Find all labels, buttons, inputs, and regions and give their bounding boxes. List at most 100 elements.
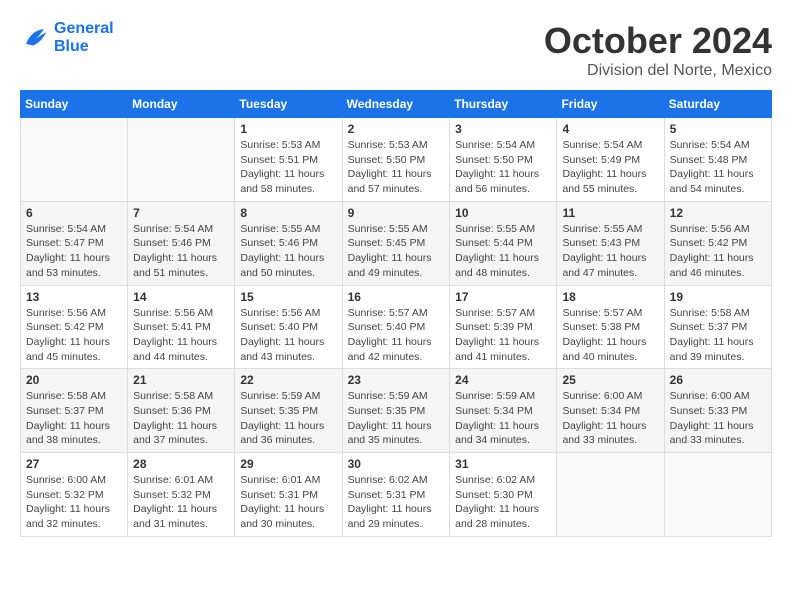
day-info: Sunrise: 5:54 AMSunset: 5:46 PMDaylight:… <box>133 222 229 281</box>
day-info: Sunrise: 5:54 AMSunset: 5:49 PMDaylight:… <box>562 138 658 197</box>
calendar-cell: 7 Sunrise: 5:54 AMSunset: 5:46 PMDaylight… <box>128 201 235 285</box>
calendar-cell: 27 Sunrise: 6:00 AMSunset: 5:32 PMDayligh… <box>21 453 128 537</box>
day-info: Sunrise: 5:53 AMSunset: 5:50 PMDaylight:… <box>348 138 445 197</box>
day-info: Sunrise: 5:59 AMSunset: 5:34 PMDaylight:… <box>455 389 551 448</box>
calendar-cell: 31 Sunrise: 6:02 AMSunset: 5:30 PMDayligh… <box>450 453 557 537</box>
day-info: Sunrise: 5:54 AMSunset: 5:50 PMDaylight:… <box>455 138 551 197</box>
day-number: 19 <box>670 290 766 304</box>
day-info: Sunrise: 5:58 AMSunset: 5:37 PMDaylight:… <box>670 306 766 365</box>
day-info: Sunrise: 6:02 AMSunset: 5:30 PMDaylight:… <box>455 473 551 532</box>
calendar-cell: 1 Sunrise: 5:53 AMSunset: 5:51 PMDaylight… <box>235 118 342 202</box>
calendar-cell <box>557 453 664 537</box>
day-number: 29 <box>240 457 336 471</box>
calendar-cell: 25 Sunrise: 6:00 AMSunset: 5:34 PMDayligh… <box>557 369 664 453</box>
day-info: Sunrise: 6:00 AMSunset: 5:34 PMDaylight:… <box>562 389 658 448</box>
day-info: Sunrise: 5:55 AMSunset: 5:44 PMDaylight:… <box>455 222 551 281</box>
day-number: 22 <box>240 373 336 387</box>
day-number: 11 <box>562 206 658 220</box>
day-info: Sunrise: 5:55 AMSunset: 5:46 PMDaylight:… <box>240 222 336 281</box>
logo-text: General Blue <box>54 20 114 56</box>
month-title: October 2024 <box>544 20 772 62</box>
calendar-cell: 3Sunrise: 5:54 AMSunset: 5:50 PMDaylight… <box>450 118 557 202</box>
calendar-table: Sunday Monday Tuesday Wednesday Thursday… <box>20 90 772 537</box>
header: General Blue October 2024 Division del N… <box>20 20 772 80</box>
day-number: 12 <box>670 206 766 220</box>
calendar-cell: 24 Sunrise: 5:59 AMSunset: 5:34 PMDayligh… <box>450 369 557 453</box>
calendar-cell: 4 Sunrise: 5:54 AMSunset: 5:49 PMDaylight… <box>557 118 664 202</box>
day-info: Sunrise: 5:54 AMSunset: 5:47 PMDaylight:… <box>26 222 122 281</box>
day-info: Sunrise: 5:55 AMSunset: 5:45 PMDaylight:… <box>348 222 445 281</box>
day-number: 5 <box>670 122 766 136</box>
col-friday: Friday <box>557 91 664 118</box>
day-number: 2 <box>348 122 445 136</box>
day-number: 14 <box>133 290 229 304</box>
calendar-cell <box>128 118 235 202</box>
day-number: 16 <box>348 290 445 304</box>
calendar-week-row: 27 Sunrise: 6:00 AMSunset: 5:32 PMDayligh… <box>21 453 772 537</box>
calendar-cell: 29 Sunrise: 6:01 AMSunset: 5:31 PMDayligh… <box>235 453 342 537</box>
day-info: Sunrise: 5:56 AMSunset: 5:40 PMDaylight:… <box>240 306 336 365</box>
calendar-cell: 10 Sunrise: 5:55 AMSunset: 5:44 PMDayligh… <box>450 201 557 285</box>
day-info: Sunrise: 6:01 AMSunset: 5:31 PMDaylight:… <box>240 473 336 532</box>
col-saturday: Saturday <box>664 91 771 118</box>
day-number: 27 <box>26 457 122 471</box>
day-info: Sunrise: 5:54 AMSunset: 5:48 PMDaylight:… <box>670 138 766 197</box>
calendar-header-row: Sunday Monday Tuesday Wednesday Thursday… <box>21 91 772 118</box>
calendar-cell: 21 Sunrise: 5:58 AMSunset: 5:36 PMDayligh… <box>128 369 235 453</box>
calendar-week-row: 6 Sunrise: 5:54 AMSunset: 5:47 PMDaylight… <box>21 201 772 285</box>
day-number: 21 <box>133 373 229 387</box>
calendar-cell: 16 Sunrise: 5:57 AMSunset: 5:40 PMDayligh… <box>342 285 450 369</box>
day-info: Sunrise: 6:00 AMSunset: 5:33 PMDaylight:… <box>670 389 766 448</box>
calendar-cell: 22Sunrise: 5:59 AMSunset: 5:35 PMDayligh… <box>235 369 342 453</box>
day-number: 28 <box>133 457 229 471</box>
day-number: 13 <box>26 290 122 304</box>
calendar-cell: 23Sunrise: 5:59 AMSunset: 5:35 PMDayligh… <box>342 369 450 453</box>
title-area: October 2024 Division del Norte, Mexico <box>544 20 772 80</box>
day-number: 8 <box>240 206 336 220</box>
day-number: 17 <box>455 290 551 304</box>
calendar-cell: 30Sunrise: 6:02 AMSunset: 5:31 PMDayligh… <box>342 453 450 537</box>
day-number: 18 <box>562 290 658 304</box>
calendar-cell: 28Sunrise: 6:01 AMSunset: 5:32 PMDayligh… <box>128 453 235 537</box>
day-info: Sunrise: 5:57 AMSunset: 5:39 PMDaylight:… <box>455 306 551 365</box>
day-info: Sunrise: 5:55 AMSunset: 5:43 PMDaylight:… <box>562 222 658 281</box>
calendar-cell: 20Sunrise: 5:58 AMSunset: 5:37 PMDayligh… <box>21 369 128 453</box>
day-number: 7 <box>133 206 229 220</box>
calendar-cell: 2 Sunrise: 5:53 AMSunset: 5:50 PMDaylight… <box>342 118 450 202</box>
calendar-cell <box>21 118 128 202</box>
col-tuesday: Tuesday <box>235 91 342 118</box>
calendar-cell: 19 Sunrise: 5:58 AMSunset: 5:37 PMDayligh… <box>664 285 771 369</box>
day-number: 10 <box>455 206 551 220</box>
col-monday: Monday <box>128 91 235 118</box>
logo: General Blue <box>20 20 114 56</box>
col-thursday: Thursday <box>450 91 557 118</box>
day-number: 15 <box>240 290 336 304</box>
day-info: Sunrise: 5:53 AMSunset: 5:51 PMDaylight:… <box>240 138 336 197</box>
calendar-cell: 9Sunrise: 5:55 AMSunset: 5:45 PMDaylight… <box>342 201 450 285</box>
calendar-cell <box>664 453 771 537</box>
day-info: Sunrise: 6:00 AMSunset: 5:32 PMDaylight:… <box>26 473 122 532</box>
logo-icon <box>20 23 50 53</box>
calendar-cell: 12Sunrise: 5:56 AMSunset: 5:42 PMDayligh… <box>664 201 771 285</box>
day-number: 1 <box>240 122 336 136</box>
day-number: 24 <box>455 373 551 387</box>
day-number: 6 <box>26 206 122 220</box>
calendar-week-row: 20Sunrise: 5:58 AMSunset: 5:37 PMDayligh… <box>21 369 772 453</box>
day-number: 4 <box>562 122 658 136</box>
calendar-cell: 26 Sunrise: 6:00 AMSunset: 5:33 PMDayligh… <box>664 369 771 453</box>
calendar-cell: 6 Sunrise: 5:54 AMSunset: 5:47 PMDaylight… <box>21 201 128 285</box>
calendar-cell: 14 Sunrise: 5:56 AMSunset: 5:41 PMDayligh… <box>128 285 235 369</box>
calendar-cell: 11 Sunrise: 5:55 AMSunset: 5:43 PMDayligh… <box>557 201 664 285</box>
calendar-cell: 17 Sunrise: 5:57 AMSunset: 5:39 PMDayligh… <box>450 285 557 369</box>
day-info: Sunrise: 5:58 AMSunset: 5:37 PMDaylight:… <box>26 389 122 448</box>
day-info: Sunrise: 5:56 AMSunset: 5:41 PMDaylight:… <box>133 306 229 365</box>
day-number: 30 <box>348 457 445 471</box>
day-number: 26 <box>670 373 766 387</box>
day-info: Sunrise: 5:57 AMSunset: 5:40 PMDaylight:… <box>348 306 445 365</box>
day-info: Sunrise: 5:58 AMSunset: 5:36 PMDaylight:… <box>133 389 229 448</box>
day-number: 23 <box>348 373 445 387</box>
calendar-week-row: 13Sunrise: 5:56 AMSunset: 5:42 PMDayligh… <box>21 285 772 369</box>
day-number: 31 <box>455 457 551 471</box>
calendar-cell: 5 Sunrise: 5:54 AMSunset: 5:48 PMDaylight… <box>664 118 771 202</box>
day-number: 25 <box>562 373 658 387</box>
